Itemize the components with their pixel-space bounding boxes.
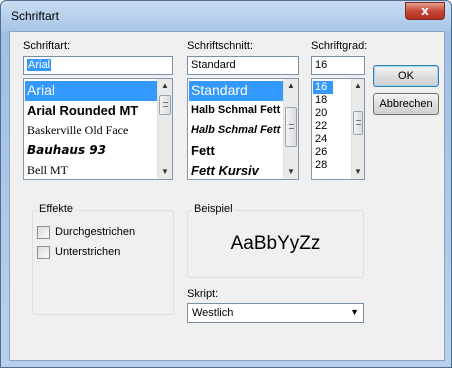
cancel-button[interactable]: Abbrechen bbox=[373, 93, 439, 115]
scroll-down-arrow-icon[interactable]: ▼ bbox=[158, 165, 172, 179]
strikeout-checkbox[interactable] bbox=[37, 226, 50, 239]
window-title: Schriftart bbox=[11, 9, 60, 23]
style-list-item[interactable]: Halb Schmal Fett bbox=[189, 121, 283, 141]
font-list-item[interactable]: Bauhaus 93 bbox=[25, 141, 157, 161]
underline-label[interactable]: Unterstrichen bbox=[55, 246, 120, 258]
style-list-scrollbar[interactable]: ▲ ▼ bbox=[283, 79, 298, 179]
size-list-item[interactable]: 16 bbox=[313, 81, 333, 94]
scroll-up-arrow-icon[interactable]: ▲ bbox=[158, 79, 172, 93]
style-list-item[interactable]: Fett bbox=[189, 141, 283, 161]
font-list-item[interactable]: Baskerville Old Face bbox=[25, 121, 157, 141]
size-list[interactable]: 16 18 20 22 24 26 28 ▲ ▼ bbox=[311, 78, 365, 180]
underline-checkbox[interactable] bbox=[37, 246, 50, 259]
script-label: Skript: bbox=[187, 288, 219, 300]
font-list-item[interactable]: Arial bbox=[25, 81, 157, 101]
scroll-up-arrow-icon[interactable]: ▲ bbox=[352, 79, 364, 93]
strikeout-label[interactable]: Durchgestrichen bbox=[55, 226, 135, 238]
font-input[interactable]: Arial bbox=[23, 56, 173, 75]
scroll-down-arrow-icon[interactable]: ▼ bbox=[284, 165, 298, 179]
scroll-thumb[interactable] bbox=[353, 111, 363, 135]
font-label: Schriftart: bbox=[23, 40, 71, 52]
font-list-scrollbar[interactable]: ▲ ▼ bbox=[157, 79, 172, 179]
size-list-item[interactable]: 20 bbox=[313, 107, 333, 120]
script-select-value: Westlich bbox=[192, 307, 234, 319]
font-list[interactable]: Arial Arial Rounded MT Baskerville Old F… bbox=[23, 78, 173, 180]
close-button[interactable]: x bbox=[405, 2, 445, 20]
font-list-item[interactable]: Bell MT bbox=[25, 161, 157, 179]
ok-button[interactable]: OK bbox=[373, 65, 439, 87]
size-input[interactable]: 16 bbox=[311, 56, 365, 75]
sample-text: AaBbYyZz bbox=[230, 233, 321, 254]
size-list-item[interactable]: 18 bbox=[313, 94, 333, 107]
size-list-item[interactable]: 28 bbox=[313, 159, 333, 172]
scroll-thumb[interactable] bbox=[159, 95, 171, 115]
style-list-item[interactable]: Fett Kursiv bbox=[189, 161, 283, 179]
grip-icon bbox=[289, 124, 294, 129]
sample-title: Beispiel bbox=[192, 203, 235, 215]
grip-icon bbox=[356, 120, 361, 125]
style-label: Schriftschnitt: bbox=[187, 40, 254, 52]
scroll-up-arrow-icon[interactable]: ▲ bbox=[284, 79, 298, 93]
scroll-thumb[interactable] bbox=[285, 107, 297, 147]
style-input[interactable]: Standard bbox=[187, 56, 299, 75]
scroll-down-arrow-icon[interactable]: ▼ bbox=[352, 165, 364, 179]
size-list-item[interactable]: 26 bbox=[313, 146, 333, 159]
effects-title: Effekte bbox=[37, 203, 76, 215]
size-list-item[interactable]: 22 bbox=[313, 120, 333, 133]
size-label: Schriftgrad: bbox=[311, 40, 368, 52]
style-list-item[interactable]: Standard bbox=[189, 81, 283, 101]
size-list-item[interactable]: 24 bbox=[313, 133, 333, 146]
style-list[interactable]: Standard Halb Schmal Fett Halb Schmal Fe… bbox=[187, 78, 299, 180]
font-list-item[interactable]: Arial Rounded MT bbox=[25, 101, 157, 121]
font-input-value: Arial bbox=[27, 59, 52, 71]
dialog-body: Schriftart: Arial Arial Arial Rounded MT… bbox=[9, 31, 445, 361]
style-list-item[interactable]: Halb Schmal Fett bbox=[189, 101, 283, 121]
font-dialog: Schriftart x Schriftart: Arial Arial Ari… bbox=[0, 0, 452, 368]
grip-icon bbox=[163, 102, 168, 107]
chevron-down-icon: ▼ bbox=[350, 307, 359, 317]
size-list-scrollbar[interactable]: ▲ ▼ bbox=[351, 79, 364, 179]
script-select[interactable]: Westlich ▼ bbox=[187, 303, 364, 323]
